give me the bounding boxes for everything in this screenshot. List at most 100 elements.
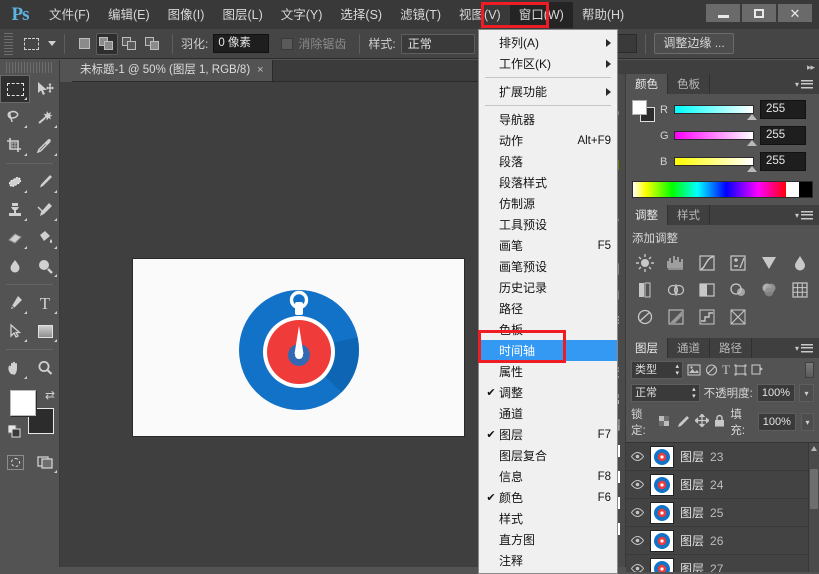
options-bar-grip[interactable] bbox=[4, 33, 13, 55]
menu-item-3[interactable]: 图层(L) bbox=[213, 2, 271, 28]
refine-edge-button[interactable]: 调整边缘 ... bbox=[654, 33, 733, 54]
color-panel-fgbg[interactable] bbox=[632, 100, 656, 122]
healing-brush-tool[interactable] bbox=[0, 168, 30, 196]
lock-transparency-icon[interactable] bbox=[658, 415, 671, 430]
layer-row[interactable]: 图层24 bbox=[626, 471, 819, 499]
window-menu-item-10[interactable]: 工具预设 bbox=[479, 214, 617, 235]
window-menu-item-3[interactable]: 扩展功能 bbox=[479, 81, 617, 102]
window-menu-item-8[interactable]: 段落样式 bbox=[479, 172, 617, 193]
window-menu-item-1[interactable]: 工作区(K) bbox=[479, 53, 617, 74]
layer-list[interactable]: 图层23图层24图层25图层26图层27 bbox=[626, 442, 819, 572]
blend-mode-select[interactable]: 正常 ▴▾ bbox=[631, 384, 700, 402]
channel-value-0[interactable]: 255 bbox=[760, 100, 806, 119]
tab-layers_panel-2[interactable]: 路径 bbox=[710, 338, 752, 358]
shape-filter-icon[interactable] bbox=[734, 364, 747, 376]
menu-item-2[interactable]: 图像(I) bbox=[159, 2, 214, 28]
channel-slider-2[interactable] bbox=[674, 157, 754, 166]
smart-object-filter-icon[interactable] bbox=[751, 364, 764, 376]
channel-value-1[interactable]: 255 bbox=[760, 126, 806, 145]
lock-position-icon[interactable] bbox=[695, 414, 709, 430]
window-menu-item-15[interactable]: 色板 bbox=[479, 319, 617, 340]
invert-icon[interactable] bbox=[784, 278, 815, 302]
color-spectrum-ramp[interactable] bbox=[632, 181, 813, 198]
path-selection-tool[interactable] bbox=[0, 317, 30, 345]
layer-row[interactable]: 图层26 bbox=[626, 527, 819, 555]
adjustment-filter-icon[interactable] bbox=[705, 364, 718, 376]
color-panel-menu-button[interactable]: ▾ bbox=[795, 74, 819, 94]
layer-visibility-toggle[interactable] bbox=[630, 564, 644, 572]
exposure-icon[interactable] bbox=[723, 251, 754, 275]
style-select[interactable]: 正常 bbox=[401, 34, 475, 54]
menu-item-1[interactable]: 编辑(E) bbox=[99, 2, 159, 28]
hue-saturation-icon[interactable] bbox=[784, 251, 815, 275]
document-tab[interactable]: 未标题-1 @ 50% (图层 1, RGB/8) × bbox=[72, 60, 273, 81]
window-menu-item-20[interactable]: ✔图层F7 bbox=[479, 424, 617, 445]
gradient-tool[interactable] bbox=[30, 224, 60, 252]
magic-wand-tool[interactable] bbox=[30, 103, 60, 131]
eyedropper-tool[interactable] bbox=[30, 131, 60, 159]
layer-visibility-toggle[interactable] bbox=[630, 536, 644, 545]
type-filter-icon[interactable]: T bbox=[722, 362, 730, 378]
collapse-panels-button[interactable]: ▸▸ bbox=[600, 60, 819, 74]
screen-mode-button[interactable] bbox=[30, 448, 60, 476]
history-brush-tool[interactable] bbox=[30, 196, 60, 224]
curves-icon[interactable] bbox=[692, 251, 723, 275]
layer-filter-kind-select[interactable]: 类型 ▴▾ bbox=[631, 361, 683, 379]
tab-color_panel-0[interactable]: 颜色 bbox=[626, 74, 668, 94]
color-lookup-icon[interactable] bbox=[753, 278, 784, 302]
gradient-map-icon[interactable] bbox=[723, 305, 754, 329]
adjustments-panel-menu-button[interactable]: ▾ bbox=[795, 205, 819, 225]
window-menu-item-13[interactable]: 历史记录 bbox=[479, 277, 617, 298]
slider-thumb-icon[interactable] bbox=[747, 140, 757, 146]
layer-thumbnail[interactable] bbox=[650, 530, 674, 552]
layers-panel-menu-button[interactable]: ▾ bbox=[795, 338, 819, 358]
swap-colors-icon[interactable]: ⇄ bbox=[45, 388, 55, 402]
fill-chevron-down-icon[interactable]: ▾ bbox=[801, 413, 814, 431]
brightness-contrast-icon[interactable] bbox=[630, 251, 661, 275]
channel-value-2[interactable]: 255 bbox=[760, 152, 806, 171]
layer-visibility-toggle[interactable] bbox=[630, 452, 644, 461]
document-canvas[interactable] bbox=[133, 259, 464, 436]
type-tool[interactable]: T bbox=[30, 289, 60, 317]
menu-item-5[interactable]: 选择(S) bbox=[331, 2, 391, 28]
layer-thumbnail[interactable] bbox=[650, 502, 674, 524]
rectangular-marquee-tool[interactable] bbox=[0, 75, 30, 103]
scrollbar-thumb[interactable] bbox=[810, 469, 818, 509]
window-menu-item-26[interactable]: 注释 bbox=[479, 550, 617, 571]
black-white-icon[interactable] bbox=[661, 278, 692, 302]
brush-tool[interactable] bbox=[30, 168, 60, 196]
window-menu-item-24[interactable]: 样式 bbox=[479, 508, 617, 529]
white-swatch[interactable] bbox=[786, 182, 799, 197]
window-menu-item-23[interactable]: ✔颜色F6 bbox=[479, 487, 617, 508]
antialias-checkbox[interactable] bbox=[281, 38, 293, 50]
window-menu-item-7[interactable]: 段落 bbox=[479, 151, 617, 172]
channel-slider-0[interactable] bbox=[674, 105, 754, 114]
intersect-selection-button[interactable] bbox=[142, 33, 164, 55]
window-menu-item-19[interactable]: 通道 bbox=[479, 403, 617, 424]
menu-item-7[interactable]: 视图(V) bbox=[450, 2, 510, 28]
tool-preset-chevron-down-icon[interactable] bbox=[48, 41, 56, 46]
menu-item-9[interactable]: 帮助(H) bbox=[573, 2, 633, 28]
layer-thumbnail[interactable] bbox=[650, 446, 674, 468]
new-selection-button[interactable] bbox=[73, 33, 95, 55]
menu-item-8[interactable]: 窗口(W) bbox=[510, 2, 573, 28]
hand-tool[interactable] bbox=[0, 354, 30, 382]
layer-visibility-toggle[interactable] bbox=[630, 508, 644, 517]
document-close-icon[interactable]: × bbox=[257, 60, 263, 81]
crop-tool[interactable] bbox=[0, 131, 30, 159]
close-button[interactable]: ✕ bbox=[777, 3, 813, 23]
clone-stamp-tool[interactable] bbox=[0, 196, 30, 224]
layer-row[interactable]: 图层25 bbox=[626, 499, 819, 527]
window-menu-dropdown[interactable]: 排列(A)工作区(K)扩展功能导航器动作Alt+F9段落段落样式仿制源工具预设画… bbox=[478, 29, 618, 574]
scroll-up-icon[interactable] bbox=[811, 446, 817, 451]
slider-thumb-icon[interactable] bbox=[747, 114, 757, 120]
selective-color-icon[interactable] bbox=[692, 305, 723, 329]
window-menu-item-9[interactable]: 仿制源 bbox=[479, 193, 617, 214]
levels-icon[interactable] bbox=[661, 251, 692, 275]
lasso-tool[interactable] bbox=[0, 103, 30, 131]
window-menu-item-17[interactable]: 属性 bbox=[479, 361, 617, 382]
menu-item-6[interactable]: 滤镜(T) bbox=[391, 2, 450, 28]
current-tool-preview[interactable] bbox=[18, 33, 44, 55]
color-panel-fg-swatch[interactable] bbox=[632, 100, 647, 115]
layer-row[interactable]: 图层23 bbox=[626, 443, 819, 471]
